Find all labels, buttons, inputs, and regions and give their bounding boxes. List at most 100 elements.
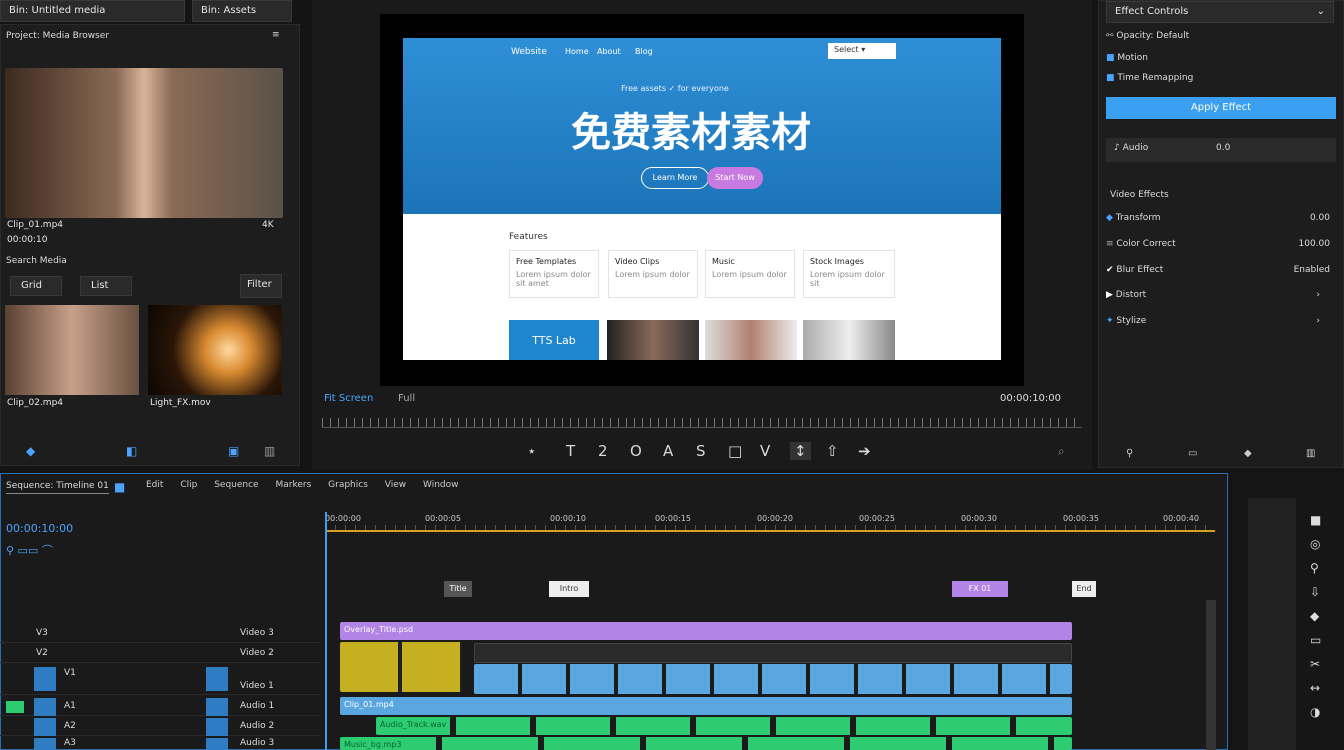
overlay-title-clip[interactable]: Overlay_Title.psd [340,622,1072,640]
video-v1-clip[interactable] [474,664,1072,694]
bin-tab-1[interactable]: Bin: Untitled media [0,0,185,22]
pen-tool[interactable]: A [663,442,673,460]
track-toggle[interactable] [6,701,24,713]
main-clip-thumbnail[interactable] [5,68,283,218]
marker-fx[interactable]: FX 01 [952,581,1008,597]
apply-effect-button[interactable]: Apply Effect [1106,97,1336,119]
time-remap-row[interactable]: ■ Time Remapping [1106,73,1338,95]
track-header-v1[interactable]: V1 Video 1 [0,665,320,695]
menu-graphics[interactable]: Graphics [328,480,368,490]
track-toggle[interactable] [206,718,228,736]
music-clip[interactable]: Music_bg.mp3 [340,737,1072,750]
effect-item[interactable]: ✔ Blur Effect Enabled [1106,265,1338,287]
track-header-v2[interactable]: V2 Video 2 [0,645,320,663]
nav-home[interactable]: Home [565,47,589,56]
sequence-icon[interactable]: ■ [114,481,125,493]
selection-tool[interactable]: ⋆ [527,442,536,460]
feature-card[interactable]: Music Lorem ipsum dolor [705,250,795,298]
ellipse-tool[interactable]: O [630,442,642,460]
snap-toggle[interactable]: ⚲ ▭▭ ⌒ [6,542,53,558]
filter-button[interactable]: Filter [240,274,282,298]
list-view-icon[interactable]: ◧ [126,445,137,457]
razor-tool[interactable]: V [760,442,770,460]
ripple-tool[interactable]: 2 [598,442,608,460]
nav-blog[interactable]: Blog [635,47,653,56]
pin-icon[interactable]: ◆ [1244,448,1252,459]
playhead[interactable] [325,512,327,750]
track-toggle[interactable] [34,738,56,750]
quality-select[interactable]: Full [398,393,415,404]
track-header-a3[interactable]: A3 Audio 3 [0,738,320,750]
hero-outline-button[interactable]: Learn More [641,167,709,189]
slip-tool[interactable]: S [696,442,706,460]
effect-item[interactable]: ≡ Color Correct 100.00 [1106,239,1338,261]
track-name: Video 2 [240,648,274,658]
video-clip-thumbs[interactable] [340,642,462,692]
meter-icons[interactable]: ■ ◎ ⚲ ⇩ ◆ ▭ ✂ ↔ ◑ [1310,508,1330,724]
track-header-a1[interactable]: A1 Audio 1 [0,698,320,716]
delete-icon[interactable]: ▥ [1306,448,1315,459]
trash-icon[interactable]: ▥ [264,445,275,457]
track-toggle[interactable] [34,718,56,736]
main-video-clip[interactable]: Clip_01.mp4 [340,697,1072,715]
nav-about[interactable]: About [597,47,621,56]
panel-menu-icon[interactable]: ≡ [272,30,280,40]
effect-controls-dropdown[interactable]: Effect Controls ⌄ [1106,1,1334,23]
marker-end[interactable]: End [1072,581,1096,597]
timeline-scrollbar[interactable] [1206,600,1216,750]
menu-sequence[interactable]: Sequence [214,480,258,490]
hero-pink-button[interactable]: Start Now [707,167,763,189]
tab-label: Bin: Untitled media [9,5,106,16]
effect-item[interactable]: ◆ Transform 0.00 [1106,213,1338,235]
thumb-light-fx[interactable] [148,305,282,395]
menu-edit[interactable]: Edit [146,480,163,490]
hero-title: 免费素材素材 [571,110,811,156]
menu-clip[interactable]: Clip [180,480,197,490]
timeline-timecode: 00:00:10:00 [6,522,74,535]
feature-card[interactable]: Stock Images Lorem ipsum dolor sit [803,250,895,298]
fit-select[interactable]: Fit Screen [324,393,373,404]
feature-card[interactable]: Video Clips Lorem ipsum dolor [608,250,698,298]
folder-icon[interactable]: ▭ [1188,448,1197,459]
effect-item[interactable]: ✦ Stylize › [1106,316,1338,338]
hand-tool[interactable]: ⇧ [826,442,839,460]
export-tool[interactable]: ➔ [858,442,871,460]
rectangle-tool[interactable]: □ [728,442,742,460]
video-v2-clip[interactable] [474,643,1072,663]
layers-icon: ◆ [1106,213,1113,223]
marker-title[interactable]: Title [444,581,472,597]
track-toggle[interactable] [34,698,56,716]
menu-view[interactable]: View [385,480,406,490]
track-header-v3[interactable]: V3 Video 3 [0,625,320,643]
track-toggle[interactable] [206,698,228,716]
feature-card[interactable]: Free Templates Lorem ipsum dolor sit amet [509,250,599,298]
track-name: Video 3 [240,628,274,638]
thumb-clip-2[interactable] [5,305,139,395]
marker-intro[interactable]: Intro [549,581,589,597]
audio-clip[interactable]: Audio_Track.wav [376,717,1072,735]
zoom-icon[interactable]: ⌕ [1058,444,1065,459]
track-toggle[interactable] [206,738,228,750]
grid-view-icon[interactable]: ▣ [228,445,239,457]
clip-label: Overlay_Title.psd [344,625,414,634]
monitor-timecode: 00:00:10:00 [1000,393,1062,404]
track-toggle[interactable] [34,667,56,691]
playhead-scrubber[interactable] [322,418,1082,428]
list-button[interactable]: List [80,276,132,296]
chevron-down-icon: ⌄ [1316,6,1325,17]
track-toggle[interactable] [206,667,228,691]
new-bin-icon[interactable]: ◆ [26,445,35,457]
site-dropdown[interactable]: Select ▾ [828,43,896,59]
menu-window[interactable]: Window [423,480,459,490]
grid-button[interactable]: Grid [10,276,62,296]
type-tool[interactable]: T [566,442,575,460]
track-header-a2[interactable]: A2 Audio 2 [0,718,320,736]
settings-icon[interactable]: ⚲ [1126,448,1133,459]
audio-row[interactable]: ♪ Audio 0.0 [1106,138,1336,162]
effect-item[interactable]: ▶ Distort › [1106,290,1338,312]
menu-markers[interactable]: Markers [275,480,311,490]
motion-row[interactable]: ■ Motion [1106,53,1338,75]
track-select-tool[interactable]: ↕ [790,442,811,460]
bin-tab-2[interactable]: Bin: Assets [192,0,292,22]
opacity-row[interactable]: ⚯ Opacity: Default [1106,31,1338,53]
